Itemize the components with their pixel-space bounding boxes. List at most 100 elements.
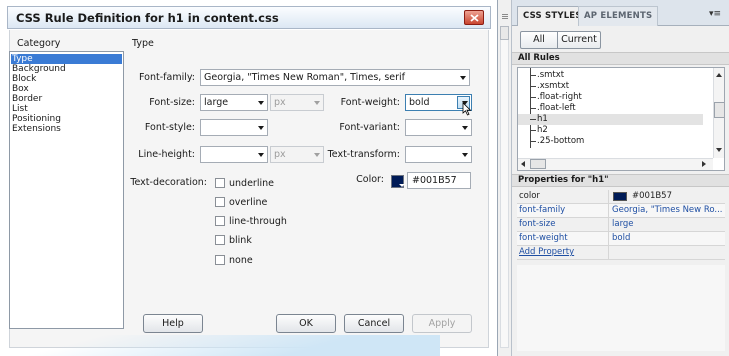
dropdown-arrow-icon [462, 126, 468, 130]
category-heading: Category [17, 38, 61, 49]
category-item-block[interactable]: Block [11, 74, 122, 84]
property-value[interactable]: Georgia, "Times New Ro... [612, 204, 725, 217]
category-item-background[interactable]: Background [11, 64, 122, 74]
css-styles-panel: CSS STYLES AP ELEMENTS ▾≡ All Current Al… [512, 0, 729, 356]
rule-item[interactable]: .smtxt [518, 70, 703, 81]
line-height-label: Line-height: [138, 149, 195, 160]
dropdown-arrow-icon [314, 153, 320, 157]
properties-heading[interactable]: Properties for "h1" [512, 174, 729, 187]
font-size-select[interactable]: large [200, 94, 268, 111]
category-item-box[interactable]: Box [11, 84, 122, 94]
blink-checkbox[interactable] [215, 235, 225, 245]
none-checkbox[interactable] [215, 255, 225, 265]
apply-button[interactable]: Apply [412, 314, 472, 333]
text-transform-select[interactable] [405, 146, 472, 163]
category-list[interactable]: Type Background Block Box Border List Po… [9, 51, 124, 329]
text-transform-label: Text-transform: [327, 149, 400, 160]
rule-item[interactable]: h2 [518, 125, 703, 136]
line-height-unit-select[interactable]: px [270, 146, 324, 163]
scroll-up-arrow-icon[interactable] [716, 73, 722, 77]
underline-label: underline [229, 178, 274, 189]
category-item-extensions[interactable]: Extensions [11, 124, 122, 134]
font-style-label: Font-style: [144, 122, 195, 133]
tab-ap-elements[interactable]: AP ELEMENTS [578, 6, 659, 26]
font-size-unit: px [274, 97, 286, 108]
line-height-select[interactable] [200, 146, 268, 163]
text-decoration-label: Text-decoration: [130, 177, 207, 188]
rule-item[interactable]: .float-right [518, 92, 703, 103]
underline-checkbox[interactable] [215, 178, 225, 188]
color-label: Color: [356, 174, 384, 185]
property-row[interactable]: color #001B57 [517, 190, 725, 204]
mouse-cursor-icon [462, 102, 472, 116]
font-weight-label: Font-weight: [340, 97, 400, 108]
rule-item[interactable]: .25-bottom [518, 136, 703, 147]
property-row[interactable]: font-size large [517, 218, 725, 232]
dropdown-arrow-icon [258, 126, 264, 130]
font-style-select[interactable] [200, 119, 268, 136]
dropdown-arrow-icon [258, 101, 264, 105]
css-rule-dialog: CSS Rule Definition for h1 in content.cs… [0, 0, 498, 356]
dialog-titlebar[interactable]: CSS Rule Definition for h1 in content.cs… [7, 6, 491, 29]
category-item-border[interactable]: Border [11, 94, 122, 104]
ok-button[interactable]: OK [276, 314, 336, 333]
property-value[interactable]: large [612, 218, 725, 231]
all-rules-heading[interactable]: All Rules [512, 52, 729, 65]
line-height-unit: px [274, 149, 286, 160]
properties-empty-area [517, 265, 725, 351]
close-button[interactable] [464, 10, 484, 25]
font-weight-value: bold [409, 97, 430, 108]
property-name: font-weight [517, 232, 609, 245]
help-button[interactable]: Help [143, 314, 203, 333]
rule-item[interactable]: .xsmtxt [518, 81, 703, 92]
font-variant-label: Font-variant: [339, 122, 400, 133]
rules-tree[interactable]: .smtxt .xsmtxt .float-right .float-left … [517, 67, 725, 171]
panel-tab-bar: CSS STYLES AP ELEMENTS ▾≡ [512, 0, 729, 26]
scroll-down-arrow-icon[interactable] [716, 148, 722, 152]
overline-checkbox[interactable] [215, 197, 225, 207]
property-value[interactable]: bold [612, 232, 725, 245]
document-scrollbar[interactable] [500, 26, 509, 348]
category-item-type[interactable]: Type [11, 54, 122, 64]
property-row[interactable]: font-family Georgia, "Times New Ro... [517, 204, 725, 218]
color-chip-icon[interactable] [613, 192, 627, 201]
overline-label: overline [229, 197, 268, 208]
rules-hscroll-thumb[interactable] [530, 159, 546, 169]
rule-item[interactable]: .float-left [518, 103, 703, 114]
color-field[interactable]: #001B57 [407, 172, 471, 189]
property-value-empty [612, 246, 725, 259]
document-scroll-thumb[interactable] [500, 26, 509, 40]
mode-all-button[interactable]: All [520, 31, 558, 49]
property-name: font-family [517, 204, 609, 217]
cancel-button[interactable]: Cancel [344, 314, 404, 333]
dialog-title: CSS Rule Definition for h1 in content.cs… [16, 11, 279, 25]
font-family-value: Georgia, "Times New Roman", Times, serif [204, 72, 406, 83]
font-family-label: Font-family: [139, 72, 195, 83]
font-variant-select[interactable] [405, 119, 472, 136]
rules-scroll-thumb[interactable] [714, 102, 724, 118]
rules-horizontal-scrollbar[interactable] [518, 158, 713, 170]
blink-label: blink [229, 235, 252, 246]
dropdown-arrow-icon [314, 101, 320, 105]
property-name: font-size [517, 218, 609, 231]
rule-item-selected[interactable]: h1 [518, 114, 703, 125]
none-label: none [229, 255, 253, 266]
font-size-value: large [204, 97, 229, 108]
property-row[interactable]: Add Property [517, 246, 725, 260]
panel-options-icon[interactable]: ▾≡ [709, 9, 721, 19]
font-size-unit-select[interactable]: px [270, 94, 324, 111]
scroll-left-arrow-icon[interactable] [521, 161, 525, 167]
property-value[interactable]: #001B57 [632, 190, 729, 203]
scroll-right-arrow-icon[interactable] [702, 161, 706, 167]
panel-divider[interactable] [498, 0, 512, 356]
property-row[interactable]: font-weight bold [517, 232, 725, 246]
category-item-positioning[interactable]: Positioning [11, 114, 122, 124]
category-item-list[interactable]: List [11, 104, 122, 114]
property-name: color [517, 190, 609, 203]
mode-current-button[interactable]: Current [557, 31, 601, 49]
add-property-link[interactable]: Add Property [517, 246, 609, 259]
drag-grip-icon[interactable] [502, 14, 508, 15]
font-family-select[interactable]: Georgia, "Times New Roman", Times, serif [200, 69, 470, 86]
line-through-label: line-through [229, 216, 287, 227]
line-through-checkbox[interactable] [215, 216, 225, 226]
